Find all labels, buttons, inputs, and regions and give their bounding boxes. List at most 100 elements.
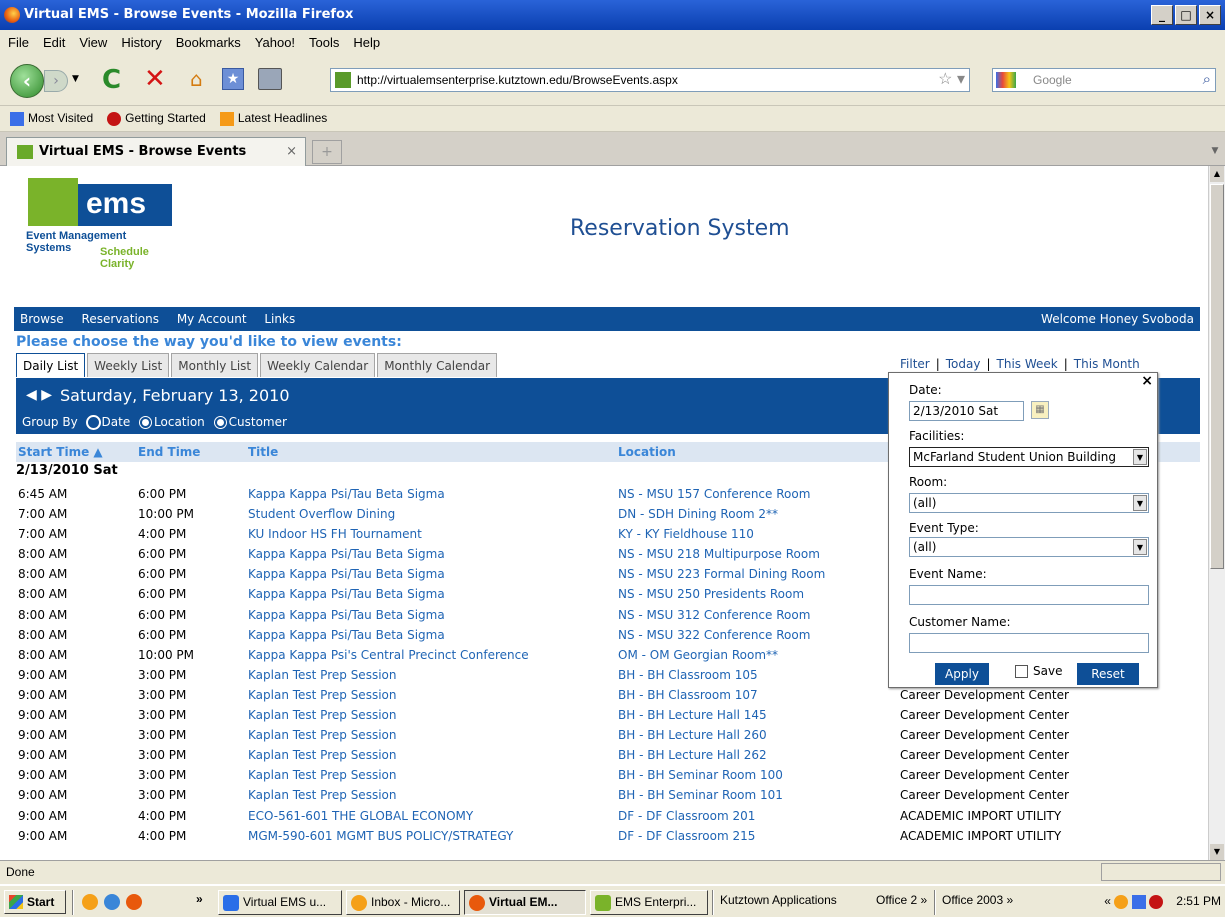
menu-bookmarks[interactable]: Bookmarks [176,35,241,50]
bookmark-latest-headlines[interactable]: Latest Headlines [219,111,327,126]
location-link[interactable]: DF - DF Classroom 215 [618,826,755,846]
location-link[interactable]: BH - BH Seminar Room 101 [618,785,783,805]
location-link[interactable]: BH - BH Lecture Hall 145 [618,705,767,725]
event-title-link[interactable]: Kaplan Test Prep Session [248,725,396,745]
tab-monthly-list[interactable]: Monthly List [171,353,259,377]
room-select[interactable]: (all) ▼ [909,493,1149,513]
quicklaunch-ie-icon[interactable] [104,894,120,910]
location-link[interactable]: DF - DF Classroom 201 [618,806,755,826]
event-title-link[interactable]: Kappa Kappa Psi/Tau Beta Sigma [248,625,445,645]
location-link[interactable]: NS - MSU 312 Conference Room [618,605,810,625]
event-type-select[interactable]: (all) ▼ [909,537,1149,557]
this-week-link[interactable]: This Week [997,357,1058,371]
event-name-input[interactable] [909,585,1149,605]
this-month-link[interactable]: This Month [1074,357,1140,371]
next-day-icon[interactable]: ▶ [41,387,52,403]
event-title-link[interactable]: ECO-561-601 THE GLOBAL ECONOMY [248,806,473,826]
location-link[interactable]: BH - BH Classroom 105 [618,665,758,685]
close-icon[interactable]: × [1141,373,1153,389]
task-inbox[interactable]: Inbox - Micro... [346,890,460,915]
tray-network-icon[interactable] [1131,894,1146,909]
task-ems-enterprise[interactable]: EMS Enterpri... [590,890,708,915]
history-dropdown-icon[interactable]: ▼ [72,74,79,84]
today-link[interactable]: Today [946,357,981,371]
tab-monthly-calendar[interactable]: Monthly Calendar [377,353,498,377]
event-title-link[interactable]: Kappa Kappa Psi/Tau Beta Sigma [248,564,445,584]
minimize-button[interactable]: _ [1151,5,1173,25]
scroll-up-icon[interactable]: ▲ [1210,166,1224,182]
event-title-link[interactable]: Kaplan Test Prep Session [248,745,396,765]
start-button[interactable]: Start [4,890,66,914]
location-link[interactable]: NS - MSU 157 Conference Room [618,484,810,504]
toolbar-office-2[interactable]: Office 2 » [876,893,927,907]
event-title-link[interactable]: Kappa Kappa Psi/Tau Beta Sigma [248,484,445,504]
clock[interactable]: 2:51 PM [1176,894,1221,908]
col-end-time[interactable]: End Time [138,442,200,462]
event-title-link[interactable]: Kaplan Test Prep Session [248,785,396,805]
prev-day-icon[interactable]: ◀ [26,387,37,403]
toolbar-kutztown-applications[interactable]: Kutztown Applications [720,893,837,907]
col-title[interactable]: Title [248,442,278,462]
nav-reservations[interactable]: Reservations [82,312,159,326]
location-link[interactable]: NS - MSU 223 Formal Dining Room [618,564,825,584]
event-title-link[interactable]: Kappa Kappa Psi/Tau Beta Sigma [248,584,445,604]
home-icon[interactable]: ⌂ [190,68,214,90]
star-icon[interactable]: ☆ ▾ [938,69,965,91]
task-virtual-ems-u[interactable]: Virtual EMS u... [218,890,342,915]
reload-icon[interactable]: C [102,67,121,93]
menu-view[interactable]: View [79,35,107,50]
menu-file[interactable]: File [8,35,29,50]
filter-link[interactable]: Filter [900,357,930,371]
toolbar-office-2003[interactable]: Office 2003 » [942,893,1013,907]
radio-customer[interactable] [214,417,226,428]
event-title-link[interactable]: Kappa Kappa Psi's Central Precinct Confe… [248,645,529,665]
bookmark-icon[interactable]: ★ [222,68,244,90]
date-input[interactable]: 2/13/2010 Sat [909,401,1024,421]
location-link[interactable]: KY - KY Fieldhouse 110 [618,524,754,544]
tab-close-icon[interactable]: × [286,138,297,166]
quicklaunch-browser-icon[interactable] [82,894,98,910]
event-title-link[interactable]: Kappa Kappa Psi/Tau Beta Sigma [248,605,445,625]
forward-icon[interactable]: › [44,70,68,92]
col-location[interactable]: Location [618,442,676,462]
location-link[interactable]: BH - BH Lecture Hall 262 [618,745,767,765]
quicklaunch-more-icon[interactable]: » [196,892,203,906]
event-title-link[interactable]: Kaplan Test Prep Session [248,705,396,725]
tray-security-icon[interactable] [1148,894,1163,909]
location-link[interactable]: DN - SDH Dining Room 2** [618,504,778,524]
menu-tools[interactable]: Tools [309,35,339,50]
event-title-link[interactable]: KU Indoor HS FH Tournament [248,524,422,544]
task-virtual-ems[interactable]: Virtual EM... [464,890,586,915]
bookmark-getting-started[interactable]: Getting Started [107,111,206,126]
tab-list-icon[interactable]: ▼ [1207,138,1223,164]
nav-links[interactable]: Links [264,312,295,326]
calendar-icon[interactable]: ▦ [1031,401,1049,419]
menu-help[interactable]: Help [353,35,380,50]
close-button[interactable]: × [1199,5,1221,25]
col-start-time[interactable]: Start Time ▲ [18,442,103,462]
tray-expand-icon[interactable]: « [1104,894,1111,908]
save-checkbox[interactable] [1015,665,1028,678]
bookmark-most-visited[interactable]: Most Visited [10,111,93,126]
tab-browse-events[interactable]: Virtual EMS - Browse Events × [6,137,306,166]
event-title-link[interactable]: Kappa Kappa Psi/Tau Beta Sigma [248,544,445,564]
facilities-select[interactable]: McFarland Student Union Building ▼ [909,447,1149,467]
event-title-link[interactable]: Kaplan Test Prep Session [248,665,396,685]
google-icon[interactable] [996,72,1016,88]
radio-location[interactable] [140,417,152,428]
search-input[interactable]: Google ⌕ [992,68,1216,92]
tab-daily-list[interactable]: Daily List [16,353,86,377]
reset-button[interactable]: Reset [1077,663,1139,685]
location-link[interactable]: OM - OM Georgian Room** [618,645,778,665]
page-scrollbar[interactable]: ▲ ▼ [1208,166,1225,860]
stop-icon[interactable]: ✕ [144,66,166,92]
location-link[interactable]: BH - BH Lecture Hall 260 [618,725,767,745]
nav-my-account[interactable]: My Account [177,312,247,326]
tray-app-icon[interactable] [1114,894,1129,909]
location-link[interactable]: NS - MSU 250 Presidents Room [618,584,804,604]
quicklaunch-firefox-icon[interactable] [126,894,142,910]
location-link[interactable]: NS - MSU 322 Conference Room [618,625,810,645]
radio-date[interactable] [87,417,99,428]
location-link[interactable]: NS - MSU 218 Multipurpose Room [618,544,820,564]
event-title-link[interactable]: Kaplan Test Prep Session [248,765,396,785]
